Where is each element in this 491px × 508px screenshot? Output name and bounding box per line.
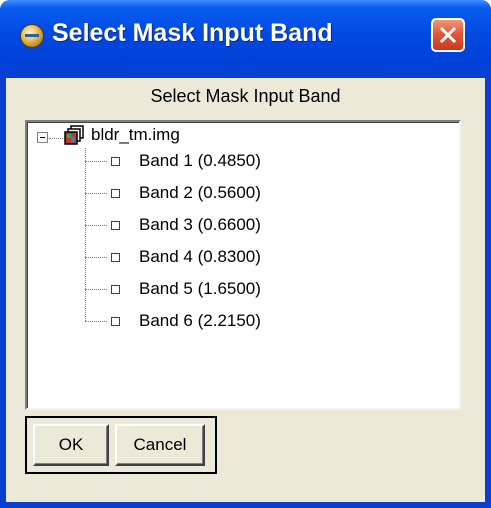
band-node-icon (111, 221, 120, 230)
tree-connector (85, 257, 107, 258)
close-icon (440, 27, 456, 43)
tree-root-label[interactable]: bldr_tm.img (91, 125, 180, 145)
band-label: Band 1 (0.4850) (139, 151, 261, 170)
band-label: Band 3 (0.6600) (139, 215, 261, 234)
band-node-icon (111, 317, 120, 326)
close-button[interactable] (431, 18, 465, 52)
title-bar[interactable]: Select Mask Input Band (0, 0, 491, 78)
tree-item-band-1[interactable]: Band 1 (0.4850) (85, 149, 445, 175)
tree-connector (85, 161, 107, 162)
cancel-button[interactable]: Cancel (115, 424, 205, 466)
ok-button[interactable]: OK (33, 424, 109, 466)
tree-item-band-2[interactable]: Band 2 (0.5600) (85, 181, 445, 207)
image-file-icon (63, 125, 85, 152)
tree-connector (85, 225, 107, 226)
band-node-icon (111, 189, 120, 198)
band-node-icon (111, 253, 120, 262)
tree-item-band-5[interactable]: Band 5 (1.6500) (85, 277, 445, 303)
tree-connector (85, 289, 107, 290)
tree-connector (85, 321, 107, 322)
dialog-heading: Select Mask Input Band (150, 86, 341, 106)
band-label: Band 4 (0.8300) (139, 247, 261, 266)
band-label: Band 6 (2.2150) (139, 311, 261, 330)
band-node-icon (111, 285, 120, 294)
dialog-window: Select Mask Input Band Select Mask Input… (0, 0, 491, 508)
tree-connector (85, 193, 107, 194)
band-tree-view[interactable]: bldr_tm.img Band 1 (0.4850) Band 2 (0.56… (25, 120, 461, 410)
button-group: OK Cancel (25, 416, 217, 474)
band-node-icon (111, 157, 120, 166)
tree-item-band-3[interactable]: Band 3 (0.6600) (85, 213, 445, 239)
band-label: Band 2 (0.5600) (139, 183, 261, 202)
tree-item-band-4[interactable]: Band 4 (0.8300) (85, 245, 445, 271)
tree-connector (49, 138, 63, 139)
dialog-body: Select Mask Input Band bldr_tm.img Band … (6, 78, 485, 502)
collapse-expander-icon[interactable] (37, 132, 48, 143)
window-title: Select Mask Input Band (52, 19, 333, 47)
tree-item-band-6[interactable]: Band 6 (2.2150) (85, 309, 445, 335)
app-globe-icon (20, 24, 44, 48)
band-label: Band 5 (1.6500) (139, 279, 261, 298)
